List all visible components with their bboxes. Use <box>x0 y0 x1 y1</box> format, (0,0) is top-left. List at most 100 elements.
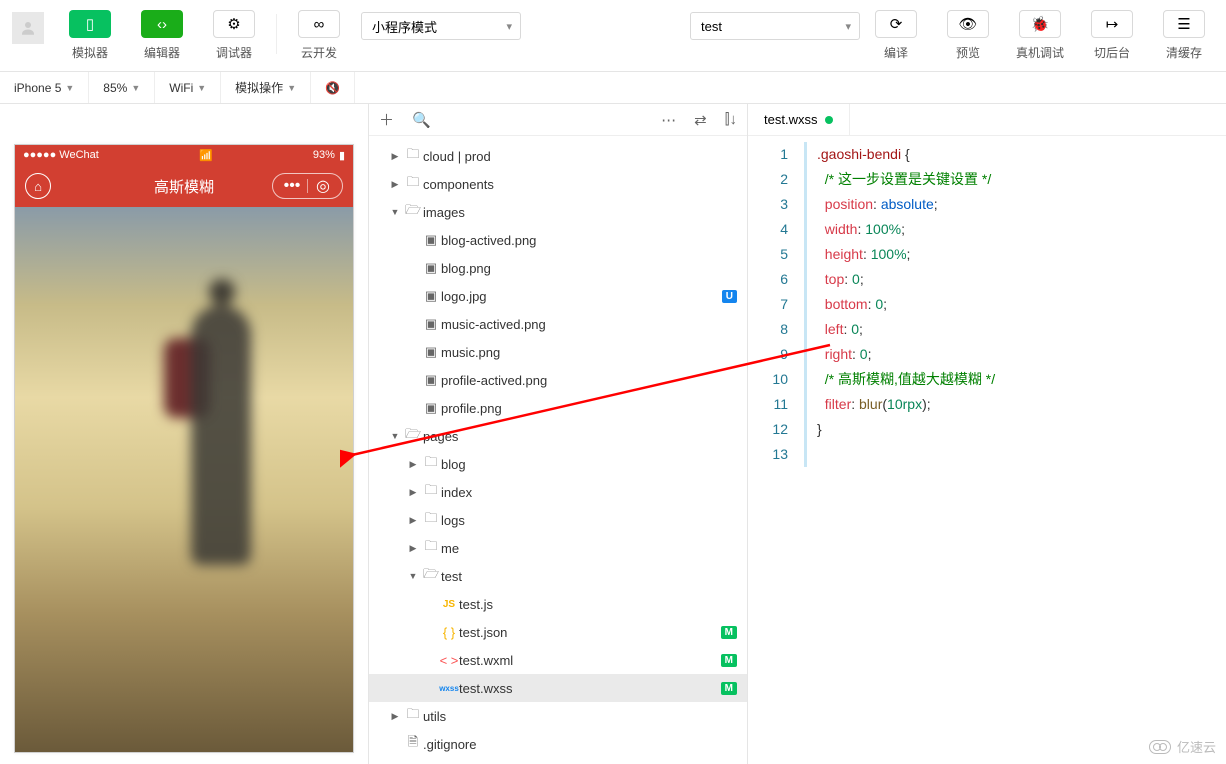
vcs-badge: U <box>722 290 737 303</box>
layers-icon: ☰ <box>1163 10 1205 38</box>
vcs-badge: M <box>721 626 737 639</box>
cloud-dev-button[interactable]: ∞ 云开发 <box>283 6 355 61</box>
folder-icon: 🗀 <box>421 537 441 559</box>
tree-item-pages[interactable]: ▼🗁pages <box>369 422 747 450</box>
file-name: logs <box>441 513 737 528</box>
code-line-2[interactable]: /* 这一步设置是关键设置 */ <box>804 167 1226 192</box>
code-line-7[interactable]: bottom: 0; <box>804 292 1226 317</box>
tree-item-profile-actived-png[interactable]: ▣profile-actived.png <box>369 366 747 394</box>
real-debug-button[interactable]: 🐞 真机调试 <box>1004 6 1076 61</box>
file-name: utils <box>423 709 737 724</box>
tree-item-utils[interactable]: ▶🗀utils <box>369 702 747 730</box>
cloud-icon: ∞ <box>298 10 340 38</box>
file-name: pages <box>423 429 737 444</box>
tree-item-logs[interactable]: ▶🗀logs <box>369 506 747 534</box>
tree-item-components[interactable]: ▶🗀components <box>369 170 747 198</box>
eye-icon: 👁 <box>947 10 989 38</box>
tree-item-profile-png[interactable]: ▣profile.png <box>369 394 747 422</box>
vcs-badge: M <box>721 682 737 695</box>
code-editor[interactable]: 12345678910111213 .gaoshi-bendi { /* 这一步… <box>748 136 1226 764</box>
js-icon: JS <box>439 599 459 610</box>
mute-button[interactable]: 🔇 <box>311 72 355 103</box>
simulator-button[interactable]: ▯ 模拟器 <box>54 6 126 61</box>
code-area[interactable]: .gaoshi-bendi { /* 这一步设置是关键设置 */ positio… <box>798 136 1226 764</box>
preview-button[interactable]: 👁 预览 <box>932 6 1004 61</box>
file-name: blog.png <box>441 261 737 276</box>
avatar[interactable] <box>12 12 44 44</box>
file-explorer: ＋ 🔍 ⋯ ⇄ ⫿↓ ▶🗀cloud | prod▶🗀components▼🗁i… <box>368 104 748 764</box>
folder-icon: 🗀 <box>403 705 423 727</box>
device-select[interactable]: iPhone 5▼ <box>0 72 89 103</box>
refresh-icon: ⟳ <box>875 10 917 38</box>
tree-item-music-png[interactable]: ▣music.png <box>369 338 747 366</box>
tree-item-test[interactable]: ▼🗁test <box>369 562 747 590</box>
folder-icon: 🗀 <box>421 509 441 531</box>
phone-frame: ●●●●● WeChat 📶 14:39 93%▮ ⌂ 高斯模糊 ••• ◎ <box>14 144 354 753</box>
code-line-5[interactable]: height: 100%; <box>804 242 1226 267</box>
tree-item-music-actived-png[interactable]: ▣music-actived.png <box>369 310 747 338</box>
tree-item-test-json[interactable]: { }test.jsonM <box>369 618 747 646</box>
zoom-select[interactable]: 85%▼ <box>89 72 155 103</box>
tree-item-test-wxss[interactable]: wxsstest.wxssM <box>369 674 747 702</box>
compile-button[interactable]: ⟳ 编译 <box>860 6 932 61</box>
menu-icon: ••• <box>283 177 301 195</box>
tree-item-blog[interactable]: ▶🗀blog <box>369 450 747 478</box>
image-icon: ▣ <box>421 316 441 332</box>
json-icon: { } <box>439 625 459 640</box>
editor-tab-test-wxss[interactable]: test.wxss <box>748 104 850 135</box>
tree-item-blog-actived-png[interactable]: ▣blog-actived.png <box>369 226 747 254</box>
file-name: test.wxml <box>459 653 721 668</box>
debugger-button[interactable]: ⚙ 调试器 <box>198 6 270 61</box>
background-button[interactable]: ↦ 切后台 <box>1076 6 1148 61</box>
code-line-8[interactable]: left: 0; <box>804 317 1226 342</box>
code-line-3[interactable]: position: absolute; <box>804 192 1226 217</box>
code-line-12[interactable]: } <box>804 417 1226 442</box>
file-tree[interactable]: ▶🗀cloud | prod▶🗀components▼🗁images▣blog-… <box>369 136 747 764</box>
folder-open-icon: 🗁 <box>403 201 423 223</box>
file-name: music.png <box>441 345 737 360</box>
tree-item-index[interactable]: ▶🗀index <box>369 478 747 506</box>
more-icon[interactable]: ⋯ <box>661 111 676 129</box>
tree-item-test-js[interactable]: JStest.js <box>369 590 747 618</box>
close-icon: ◎ <box>314 176 332 196</box>
tree-item-me[interactable]: ▶🗀me <box>369 534 747 562</box>
code-line-6[interactable]: top: 0; <box>804 267 1226 292</box>
tree-item-logo-jpg[interactable]: ▣logo.jpgU <box>369 282 747 310</box>
tree-item-images[interactable]: ▼🗁images <box>369 198 747 226</box>
code-line-10[interactable]: /* 高斯模糊,值越大越模糊 */ <box>804 367 1226 392</box>
editor-button[interactable]: ‹› 编辑器 <box>126 6 198 61</box>
code-line-1[interactable]: .gaoshi-bendi { <box>804 142 1226 167</box>
file-name: profile-actived.png <box>441 373 737 388</box>
bug-icon: 🐞 <box>1019 10 1061 38</box>
file-name: me <box>441 541 737 556</box>
tree-item-blog-png[interactable]: ▣blog.png <box>369 254 747 282</box>
capsule-button[interactable]: ••• ◎ <box>272 173 343 199</box>
exit-icon: ↦ <box>1091 10 1133 38</box>
phone-nav-bar: ⌂ 高斯模糊 ••• ◎ <box>15 165 353 207</box>
code-line-9[interactable]: right: 0; <box>804 342 1226 367</box>
file-name: index <box>441 485 737 500</box>
image-icon: ▣ <box>421 232 441 248</box>
file-name: test.json <box>459 625 721 640</box>
new-file-icon[interactable]: ＋ <box>379 109 394 130</box>
code-line-13[interactable] <box>804 442 1226 467</box>
sim-operation-select[interactable]: 模拟操作▼ <box>221 72 311 103</box>
phone-status-bar: ●●●●● WeChat 📶 14:39 93%▮ <box>15 145 353 165</box>
file-name: components <box>423 177 737 192</box>
tree-item-test-wxml[interactable]: < >test.wxmlM <box>369 646 747 674</box>
clear-cache-button[interactable]: ☰ 清缓存 <box>1148 6 1220 61</box>
split-icon[interactable]: ⫿↓ <box>725 111 737 128</box>
watermark: 亿速云 <box>1149 737 1216 756</box>
code-icon: ‹› <box>141 10 183 38</box>
project-select[interactable]: test <box>690 12 860 40</box>
network-select[interactable]: WiFi▼ <box>155 72 221 103</box>
phone-viewport[interactable] <box>15 207 353 752</box>
mode-select[interactable]: 小程序模式 <box>361 12 521 40</box>
code-line-11[interactable]: filter: blur(10rpx); <box>804 392 1226 417</box>
file-name: .gitignore <box>423 737 737 752</box>
search-icon[interactable]: 🔍 <box>412 111 431 129</box>
tree-item--gitignore[interactable]: 🗎.gitignore <box>369 730 747 758</box>
settings-icon[interactable]: ⇄ <box>694 111 707 129</box>
code-line-4[interactable]: width: 100%; <box>804 217 1226 242</box>
folder-open-icon: 🗁 <box>403 425 423 447</box>
